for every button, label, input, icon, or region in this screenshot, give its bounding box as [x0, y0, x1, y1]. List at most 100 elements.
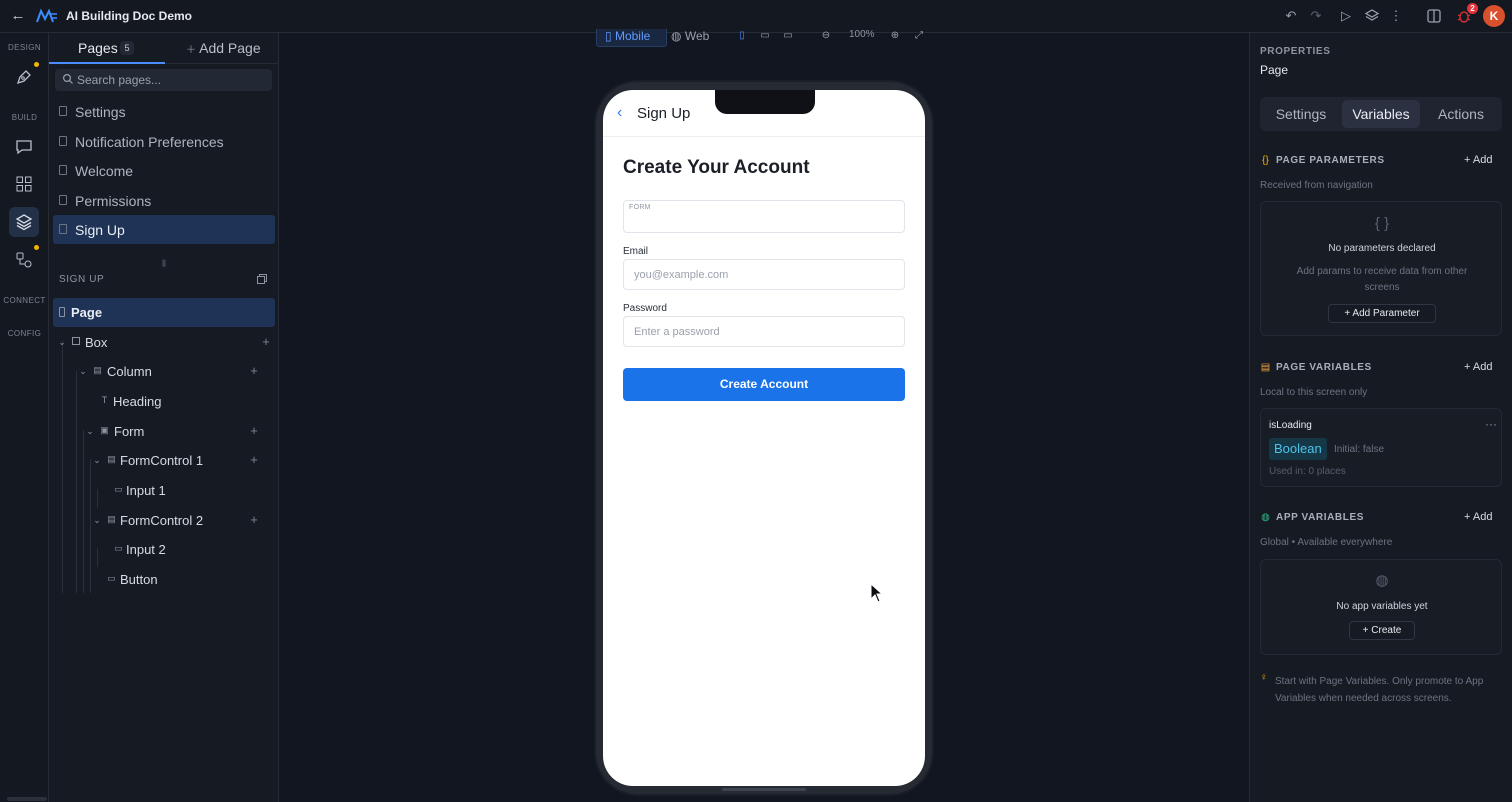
add-child-icon[interactable]: +	[248, 364, 260, 378]
add-child-icon[interactable]: +	[248, 453, 260, 467]
add-parameter-link[interactable]: + Add	[1464, 154, 1492, 166]
chevron-down-icon[interactable]: ⌄	[57, 336, 67, 348]
search-input[interactable]	[77, 69, 267, 91]
panel-resize-handle[interactable]: ⫼	[158, 260, 170, 268]
add-page-variable-link[interactable]: + Add	[1464, 361, 1492, 373]
chevron-down-icon[interactable]: ⌄	[92, 514, 102, 526]
workflow-icon	[16, 252, 32, 268]
password-input[interactable]	[634, 317, 896, 346]
tree-node-form[interactable]: ⌄ ▣ Form +	[53, 417, 275, 446]
tab-variables[interactable]: Variables	[1342, 100, 1420, 128]
form-label: FORM	[629, 204, 651, 211]
email-input[interactable]	[634, 260, 896, 289]
lightbulb-icon: ♀	[1260, 672, 1268, 683]
variable-usage: Used in: 0 places	[1269, 466, 1346, 477]
rail-label-connect[interactable]: CONNECT	[0, 296, 49, 305]
page-variables-subtitle: Local to this screen only	[1260, 387, 1368, 398]
undo-icon[interactable]: ↶	[1282, 7, 1300, 25]
properties-caption: PROPERTIES	[1260, 46, 1331, 57]
page-item-settings[interactable]: Settings	[53, 97, 275, 126]
mobile-toggle[interactable]: ▯ Mobile	[596, 29, 667, 47]
web-toggle[interactable]: ◍ Web	[671, 29, 709, 47]
tree-node-page[interactable]: Page	[53, 298, 275, 327]
add-child-icon[interactable]: +	[248, 424, 260, 438]
device-tablet-icon[interactable]: ▭	[758, 29, 772, 43]
more-horizontal-icon[interactable]: ···	[1485, 417, 1497, 431]
tree-node-label: Page	[71, 305, 103, 320]
add-app-variable-link[interactable]: + Add	[1464, 511, 1492, 523]
search-icon	[62, 73, 73, 84]
app-logo-icon	[36, 8, 57, 23]
mouse-cursor-icon	[870, 583, 884, 603]
user-avatar[interactable]: K	[1483, 5, 1505, 27]
tree-node-heading[interactable]: T Heading	[53, 387, 275, 416]
page-item-sign-up[interactable]: Sign Up	[53, 215, 275, 244]
play-icon[interactable]: ▷	[1337, 7, 1355, 25]
rail-label-design[interactable]: DESIGN	[0, 43, 49, 52]
chat-icon	[16, 140, 32, 155]
add-child-icon[interactable]: +	[248, 513, 260, 527]
add-page-button[interactable]: ＋ Add Page	[186, 40, 261, 56]
variable-card-isloading[interactable]: isLoading ··· Boolean Initial: false Use…	[1260, 408, 1502, 487]
zoom-in-icon[interactable]: ⊕	[888, 29, 902, 43]
design-canvas[interactable]: ▯ Mobile ◍ Web ▯ ▭ ▭ ⊖ 100% ⊕ ⤢ ‹ Sign U…	[280, 29, 1248, 802]
tab-actions[interactable]: Actions	[1423, 100, 1499, 128]
chevron-down-icon[interactable]: ⌄	[85, 425, 95, 437]
page-file-icon	[59, 195, 67, 205]
page-item-label: Sign Up	[75, 222, 125, 238]
add-child-icon[interactable]: +	[260, 335, 272, 349]
chevron-left-icon[interactable]: ‹	[617, 105, 627, 121]
redo-icon[interactable]: ↷	[1307, 7, 1325, 25]
copy-icon[interactable]	[256, 273, 268, 285]
rail-label-build[interactable]: BUILD	[0, 113, 49, 122]
email-field[interactable]	[623, 259, 905, 290]
more-vertical-icon[interactable]: ⋮	[1387, 7, 1405, 25]
phone-screen[interactable]: ‹ Sign Up Create Your Account FORM Email…	[603, 90, 925, 786]
add-parameter-button[interactable]: + Add Parameter	[1328, 304, 1436, 323]
rail-label-config[interactable]: CONFIG	[0, 329, 49, 338]
tree-node-formcontrol-2[interactable]: ⌄ ▤ FormControl 2 +	[53, 506, 275, 535]
rail-chat-button[interactable]	[9, 132, 39, 162]
page-item-notification-preferences[interactable]: Notification Preferences	[53, 127, 275, 156]
tree-node-label: Heading	[113, 394, 162, 409]
zoom-out-icon[interactable]: ⊖	[819, 29, 833, 43]
top-bar: ← AI Building Doc Demo ↶ ↷ ▷ ⋮ 2 K	[0, 0, 1512, 33]
plus-icon: +	[1464, 361, 1473, 373]
text-icon: T	[101, 395, 108, 405]
phone-notch	[715, 90, 815, 114]
rail-scrollbar[interactable]	[7, 797, 47, 801]
tree-node-input-1[interactable]: ▭ Input 1	[53, 476, 275, 505]
plus-icon: ＋	[186, 45, 196, 56]
layers-icon[interactable]	[1363, 7, 1381, 25]
create-app-variable-button[interactable]: + Create	[1349, 621, 1415, 640]
page-item-welcome[interactable]: Welcome	[53, 156, 275, 185]
screen-heading[interactable]: Create Your Account	[623, 157, 810, 179]
globe-icon: ◍	[671, 29, 682, 43]
tree-node-input-2[interactable]: ▭ Input 2	[53, 535, 275, 564]
page-item-label: Permissions	[75, 193, 152, 209]
tab-settings[interactable]: Settings	[1263, 100, 1339, 128]
box-icon	[72, 337, 80, 345]
form-container[interactable]: FORM	[623, 200, 905, 233]
tree-node-formcontrol-1[interactable]: ⌄ ▤ FormControl 1 +	[53, 446, 275, 475]
tree-node-column[interactable]: ⌄ ▤ Column +	[53, 357, 275, 386]
page-item-permissions[interactable]: Permissions	[53, 186, 275, 215]
chevron-down-icon[interactable]: ⌄	[78, 365, 88, 377]
tree-node-button[interactable]: ▭ Button	[53, 565, 275, 594]
tree-node-box[interactable]: ⌄ Box +	[53, 328, 275, 357]
page-variables-title: PAGE VARIABLES	[1276, 362, 1372, 373]
grid-icon	[16, 176, 32, 192]
page-search[interactable]	[55, 69, 272, 91]
back-arrow-icon[interactable]: ←	[9, 6, 27, 26]
device-desktop-icon[interactable]: ▭	[781, 29, 795, 43]
fit-screen-icon[interactable]: ⤢	[912, 29, 926, 43]
rail-components-button[interactable]	[9, 169, 39, 199]
left-rail: DESIGN BUILD CONNECT CONFIG	[0, 33, 49, 802]
panel-toggle-icon[interactable]	[1425, 7, 1443, 25]
device-phone-icon[interactable]: ▯	[735, 29, 749, 43]
password-field[interactable]	[623, 316, 905, 347]
rail-layers-button[interactable]	[9, 207, 39, 237]
create-account-button[interactable]: Create Account	[623, 368, 905, 401]
tab-pages[interactable]: Pages 5	[49, 33, 165, 64]
chevron-down-icon[interactable]: ⌄	[92, 454, 102, 466]
